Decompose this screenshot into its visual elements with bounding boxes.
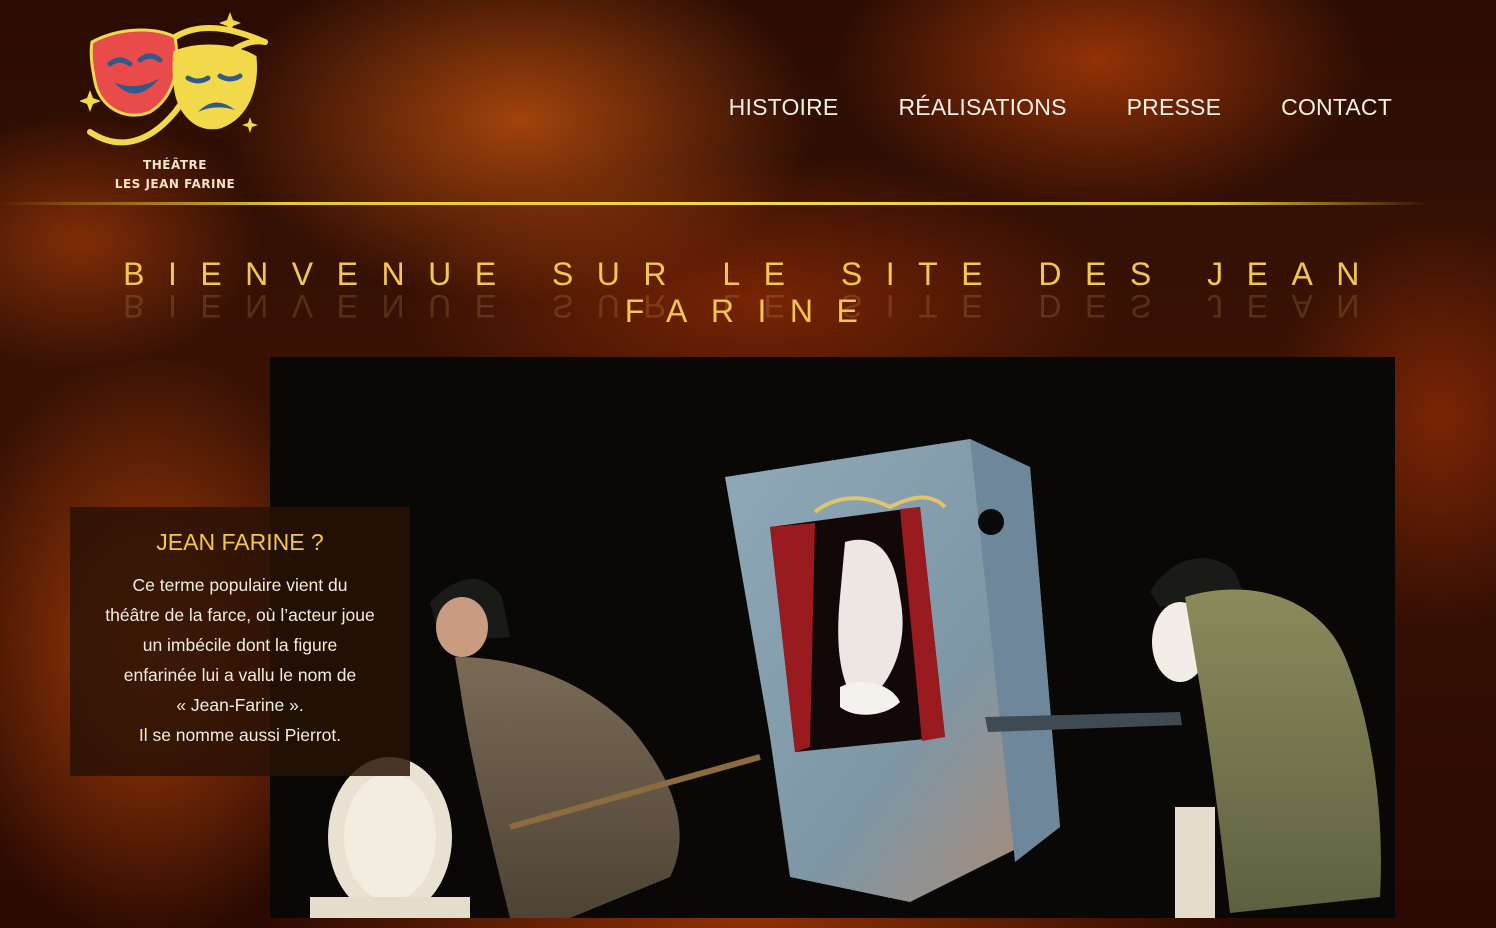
welcome-title-reflection: BIENVENUE SUR LE SITE DES JEAN FARINE [123,286,1383,324]
theatre-masks-icon [79,12,268,146]
info-line: Ce terme populaire vient du [132,575,348,595]
nav-realisations[interactable]: RÉALISATIONS [898,94,1066,121]
nav-histoire[interactable]: HISTOIRE [729,94,839,121]
info-line: « Jean-Farine ». [176,695,304,715]
jean-farine-info-card: JEAN FARINE ? Ce terme populaire vient d… [70,507,410,776]
info-card-text: Ce terme populaire vient du théâtre de l… [84,570,396,750]
nav-contact[interactable]: CONTACT [1281,94,1392,121]
info-line: théâtre de la farce, où l’acteur joue [105,605,375,625]
chair-right [1175,807,1215,918]
hero-stage-photo [270,357,1395,918]
logo-line-theatre: THÉÂTRE [143,158,207,172]
header-divider [0,202,1430,205]
site-logo[interactable]: THÉÂTRE LES JEAN FARINE [79,12,270,197]
logo-line-company: LES JEAN FARINE [114,177,236,191]
nav-presse[interactable]: PRESSE [1127,94,1222,121]
info-line: un imbécile dont la figure [142,635,338,655]
info-card-heading: JEAN FARINE ? [156,529,324,555]
main-navigation: HISTOIRE RÉALISATIONS PRESSE CONTACT [729,94,1392,121]
info-line: Il se nomme aussi Pierrot. [138,725,342,745]
info-line: enfarinée lui a vallu le nom de [123,665,357,685]
